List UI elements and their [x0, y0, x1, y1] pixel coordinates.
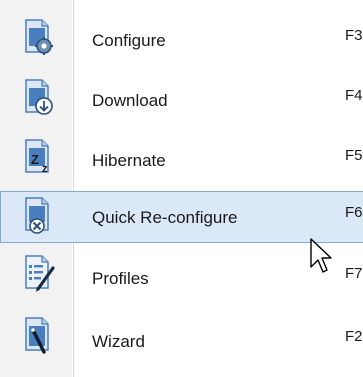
- menu-item-shortcut: F5: [345, 147, 363, 164]
- configure-gear-icon: [22, 18, 56, 58]
- menu-item-label: Wizard: [92, 332, 145, 351]
- menu-item-configure[interactable]: Configure F3: [0, 14, 363, 66]
- menu-item-shortcut: F6: [345, 204, 363, 221]
- menu-item-label: Hibernate: [92, 151, 166, 170]
- menu-item-shortcut: F3: [345, 27, 363, 44]
- menu-item-shortcut: F7: [345, 265, 363, 282]
- mouse-pointer-icon: [309, 237, 335, 277]
- context-menu: Configure F3 Download F4 Z z Hibernate F…: [0, 0, 363, 377]
- svg-text:z: z: [42, 163, 48, 175]
- menu-item-shortcut: F4: [345, 87, 363, 104]
- menu-item-label: Download: [92, 91, 168, 110]
- svg-text:Z: Z: [31, 152, 39, 167]
- menu-item-quick-reconfigure[interactable]: Quick Re-configure F6: [0, 191, 363, 243]
- menu-item-label: Configure: [92, 31, 166, 50]
- quick-reconfigure-icon: [22, 196, 56, 236]
- menu-item-wizard[interactable]: Wizard F2: [0, 312, 363, 364]
- menu-item-label: Quick Re-configure: [92, 208, 238, 227]
- menu-item-shortcut: F2: [345, 328, 363, 345]
- menu-item-label: Profiles: [92, 269, 149, 288]
- hibernate-zz-icon: Z z: [22, 138, 56, 178]
- download-arrow-icon: [22, 78, 56, 118]
- menu-item-download[interactable]: Download F4: [0, 74, 363, 126]
- profiles-list-pencil-icon: [22, 254, 56, 294]
- highlight-edge: [0, 192, 1, 242]
- menu-item-hibernate[interactable]: Z z Hibernate F5: [0, 134, 363, 186]
- wizard-wand-icon: [22, 316, 56, 356]
